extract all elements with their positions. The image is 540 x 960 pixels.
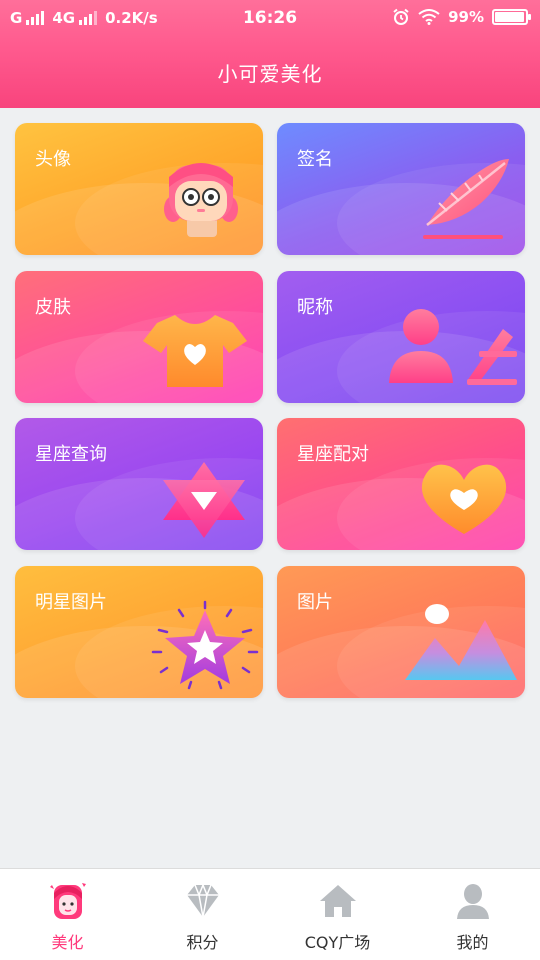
card-nickname[interactable]: 昵称	[277, 271, 525, 403]
star-badge-icon	[151, 600, 259, 690]
bottom-nav: 美化 积分 CQY广场 我的	[0, 868, 540, 960]
card-label: 签名	[297, 149, 333, 170]
card-celebrity-pictures[interactable]: 明星图片	[15, 566, 263, 698]
wifi-icon	[418, 9, 440, 25]
card-horoscope-match[interactable]: 星座配对	[277, 418, 525, 550]
nav-tab-mine[interactable]: 我的	[405, 881, 540, 953]
app-header: G 4G 0.2K/s 16:26 99% 小可爱美化	[0, 0, 540, 108]
girl-avatar-icon	[164, 163, 238, 237]
status-bar: G 4G 0.2K/s 16:26 99%	[0, 0, 540, 36]
nav-label: 积分	[186, 933, 219, 952]
battery-percent: 99%	[448, 8, 484, 26]
card-label: 头像	[35, 149, 71, 170]
nav-label: CQY广场	[304, 933, 371, 952]
nav-tab-beautify[interactable]: 美化	[0, 881, 135, 953]
diamond-icon	[186, 882, 219, 918]
card-skin[interactable]: 皮肤	[15, 271, 263, 403]
card-label: 星座查询	[35, 444, 107, 465]
card-pictures[interactable]: 图片	[277, 566, 525, 698]
card-label: 皮肤	[35, 297, 71, 318]
person-pen-icon	[389, 309, 517, 385]
landscape-image-icon	[405, 604, 517, 680]
nav-label: 我的	[456, 933, 489, 952]
hexagram-star-icon	[163, 462, 245, 538]
user-icon	[456, 884, 489, 919]
heart-icon	[421, 464, 507, 534]
home-icon	[319, 885, 356, 917]
card-label: 昵称	[297, 297, 333, 318]
card-label: 星座配对	[297, 444, 369, 465]
feather-pen-icon	[423, 159, 509, 239]
card-label: 明星图片	[35, 592, 107, 613]
card-signature[interactable]: 签名	[277, 123, 525, 255]
nav-tab-points[interactable]: 积分	[135, 881, 270, 953]
battery-icon	[492, 9, 531, 25]
status-right: 99%	[392, 8, 531, 26]
page-title: 小可爱美化	[217, 62, 323, 86]
nav-tab-square[interactable]: CQY广场	[270, 881, 405, 953]
nav-label: 美化	[51, 933, 84, 952]
tshirt-heart-icon	[143, 315, 247, 387]
card-horoscope-search[interactable]: 星座查询	[15, 418, 263, 550]
alarm-icon	[393, 8, 409, 25]
card-label: 图片	[297, 592, 333, 613]
girl-face-icon	[49, 883, 86, 919]
card-avatar[interactable]: 头像	[15, 123, 263, 255]
